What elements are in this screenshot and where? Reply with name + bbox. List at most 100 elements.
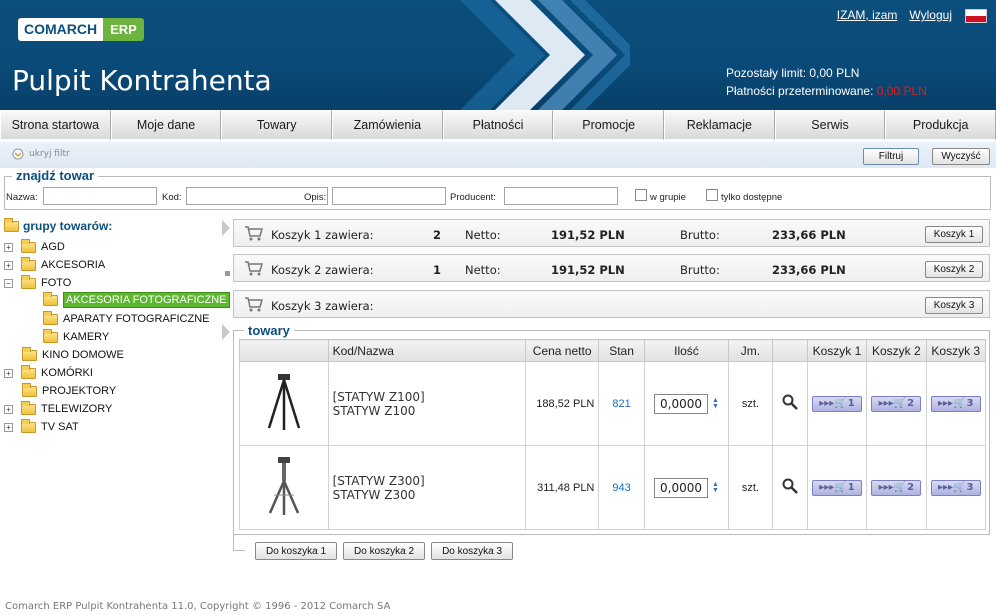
add-to-cart-3-button[interactable]: ▸▸▸🛒 3 <box>930 479 981 496</box>
col-cart1: Koszyk 1 <box>806 339 868 362</box>
to-cart-3-button[interactable]: Do koszyka 3 <box>431 542 514 560</box>
expand-icon[interactable]: + <box>4 368 13 378</box>
folder-icon <box>43 310 58 325</box>
hide-filter-toggle[interactable]: ukryj filtr <box>12 148 70 160</box>
col-image <box>239 339 329 362</box>
tab-platnosci[interactable]: Płatności <box>442 110 554 140</box>
folder-icon <box>21 256 36 271</box>
magnifier-icon[interactable] <box>782 394 798 410</box>
overdue-value: 0,00 PLN <box>876 84 927 98</box>
logout-link[interactable]: Wyloguj <box>909 8 952 22</box>
tree-item-akcesoria[interactable]: + AKCESORIA <box>4 256 105 273</box>
add-to-cart-3-button[interactable]: ▸▸▸🛒 3 <box>930 395 981 412</box>
add-to-cart-2-button[interactable]: ▸▸▸🛒 2 <box>871 479 922 496</box>
product-name[interactable]: STATYW Z300 <box>333 488 525 502</box>
tab-moje-dane[interactable]: Moje dane <box>110 110 222 140</box>
col-details <box>771 339 808 362</box>
to-cart-2-button[interactable]: Do koszyka 2 <box>343 542 426 560</box>
tree-item-foto[interactable]: − FOTO <box>4 274 71 291</box>
producer-label: Producent: <box>450 192 496 203</box>
comarch-logo: COMARCH ERP <box>18 18 144 41</box>
main-nav: Strona startowa Moje dane Towary Zamówie… <box>0 110 996 140</box>
filter-bar: ukryj filtr <box>0 142 996 168</box>
expand-icon[interactable]: + <box>4 260 13 270</box>
tree-item-kino-domowe[interactable]: KINO DOMOWE <box>22 346 124 363</box>
tab-strona-startowa[interactable]: Strona startowa <box>0 110 111 140</box>
col-price[interactable]: Cena netto <box>524 339 600 362</box>
limits-panel: Pozostały limit: 0,00 PLN Płatności prze… <box>726 64 927 100</box>
product-image[interactable] <box>239 361 329 446</box>
tree-item-kamery[interactable]: KAMERY <box>43 328 109 345</box>
tab-reklamacje[interactable]: Reklamacje <box>664 110 775 140</box>
expand-icon[interactable]: + <box>4 422 13 432</box>
brutto-value: 233,66 PLN <box>772 228 846 242</box>
logo-erp: ERP <box>103 18 144 41</box>
logo-comarch: COMARCH <box>18 18 104 41</box>
name-input[interactable] <box>43 187 157 205</box>
magnifier-icon[interactable] <box>782 478 798 494</box>
shopping-cart-icon <box>245 226 263 241</box>
to-cart-1-button[interactable]: Do koszyka 1 <box>255 542 338 560</box>
in-group-checkbox[interactable] <box>635 189 647 201</box>
expand-icon[interactable]: + <box>4 242 13 252</box>
tree-item-agd[interactable]: + AGD <box>4 238 65 255</box>
tab-produkcja[interactable]: Produkcja <box>885 110 996 140</box>
quantity-input[interactable]: 0,0000 <box>654 477 708 498</box>
desc-label: Opis: <box>304 192 327 203</box>
available-checkbox[interactable] <box>706 189 718 201</box>
brutto-label: Brutto: <box>680 263 720 277</box>
clear-button[interactable]: Wyczyść <box>932 148 990 165</box>
producer-input[interactable] <box>504 187 618 205</box>
tree-item-telewizory[interactable]: + TELEWIZORY <box>4 400 112 417</box>
add-to-cart-1-button[interactable]: ▸▸▸🛒 1 <box>811 479 862 496</box>
folder-icon <box>43 328 58 343</box>
cart-2-button[interactable]: Koszyk 2 <box>925 261 983 278</box>
product-unit: szt. <box>728 445 773 530</box>
col-cart2: Koszyk 2 <box>866 339 927 362</box>
col-stock[interactable]: Stan <box>598 339 645 362</box>
code-label: Kod: <box>162 192 182 203</box>
product-name[interactable]: STATYW Z100 <box>333 404 525 418</box>
quantity-stepper[interactable]: ▲ ▼ <box>712 481 719 494</box>
tab-serwis[interactable]: Serwis <box>774 110 886 140</box>
user-link[interactable]: IZAM, izam <box>837 8 898 22</box>
quantity-stepper[interactable]: ▲ ▼ <box>712 397 719 410</box>
expand-icon[interactable]: + <box>4 404 13 414</box>
product-image[interactable] <box>239 445 329 530</box>
cart-1-button[interactable]: Koszyk 1 <box>925 226 983 243</box>
tree-item-akcesoria-fotograficzne[interactable]: AKCESORIA FOTOGRAFICZNE <box>43 291 230 308</box>
tree-item-komorki[interactable]: + KOMÓRKI <box>4 364 93 381</box>
col-code-name[interactable]: Kod/Nazwa <box>327 339 526 362</box>
filter-button[interactable]: Filtruj <box>863 148 919 165</box>
table-row: [STATYW Z100] STATYW Z100 188,52 PLN 821 … <box>239 361 987 446</box>
hide-filter-label: ukryj filtr <box>29 149 70 159</box>
cart-3-button[interactable]: Koszyk 3 <box>925 297 983 314</box>
product-name-cell[interactable]: [STATYW Z300] STATYW Z300 <box>327 445 526 530</box>
tab-zamowienia[interactable]: Zamówienia <box>332 110 443 140</box>
folder-open-icon <box>21 274 36 289</box>
add-to-cart-2-button[interactable]: ▸▸▸🛒 2 <box>871 395 922 412</box>
filter-toggle-icon <box>12 148 24 160</box>
product-code[interactable]: [STATYW Z300] <box>333 474 525 488</box>
quantity-input[interactable]: 0,0000 <box>654 393 708 414</box>
tab-promocje[interactable]: Promocje <box>553 110 665 140</box>
tree-item-aparaty-fotograficzne[interactable]: APARATY FOTOGRAFICZNE <box>43 310 209 327</box>
product-code[interactable]: [STATYW Z100] <box>333 390 525 404</box>
collapse-icon[interactable]: − <box>4 278 13 288</box>
header: COMARCH ERP Pulpit Kontrahenta IZAM, iza… <box>0 0 996 110</box>
cart-row-2: Koszyk 2 zawiera: 1 Netto: 191,52 PLN Br… <box>233 254 990 282</box>
tree-title: grupy towarów: <box>4 217 112 233</box>
cart-label: Koszyk 3 zawiera: <box>271 299 374 313</box>
folder-icon <box>21 400 36 415</box>
cart-count: 1 <box>433 263 442 277</box>
desc-input[interactable] <box>332 187 446 205</box>
polish-flag-icon[interactable] <box>965 9 987 23</box>
product-stock[interactable]: 943 <box>598 445 645 530</box>
product-stock[interactable]: 821 <box>598 361 645 446</box>
tree-item-projektory[interactable]: PROJEKTORY <box>22 382 116 399</box>
tab-towary[interactable]: Towary <box>221 110 333 140</box>
product-name-cell[interactable]: [STATYW Z100] STATYW Z100 <box>327 361 526 446</box>
tree-item-tv-sat[interactable]: + TV SAT <box>4 418 79 435</box>
add-to-cart-1-button[interactable]: ▸▸▸🛒 1 <box>811 395 862 412</box>
netto-label: Netto: <box>465 228 501 242</box>
